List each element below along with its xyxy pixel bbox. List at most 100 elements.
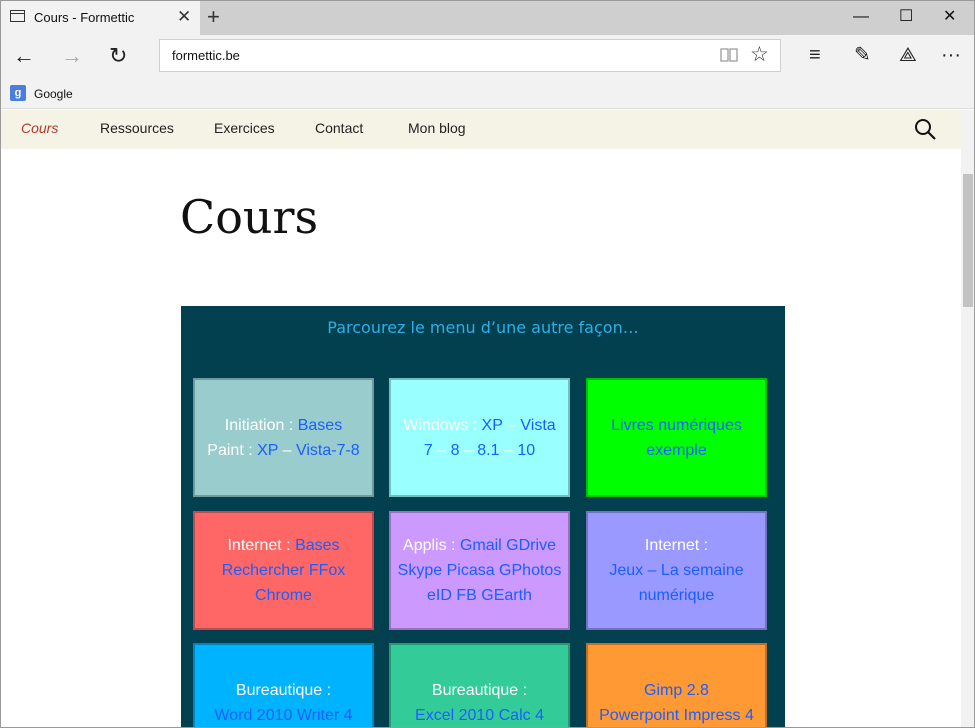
tile-text: – [499, 441, 518, 459]
course-tile: Bureautique : Word 2010 Writer 4 [193, 643, 374, 728]
course-link[interactable]: Bases [298, 417, 342, 434]
page-viewport: Cours Ressources Exercices Contact Mon b… [1, 110, 974, 728]
course-link[interactable]: 8.1 [477, 442, 499, 459]
hub-icon[interactable]: ≡ [809, 43, 821, 67]
web-note-icon[interactable]: ✎ [854, 43, 871, 67]
tile-line: Paint : XP – Vista-7-8 [207, 438, 359, 463]
panel-heading: Parcourez le menu d’une autre façon… [327, 318, 639, 337]
course-link[interactable]: Skype Picasa GPhotos [398, 562, 562, 579]
tile-text: Initiation : [224, 416, 298, 434]
tab-close-icon[interactable]: ✕ [177, 8, 191, 26]
tile-line: numérique [639, 583, 715, 608]
tab-cours-formettic[interactable]: Cours - Formettic ✕ [1, 1, 200, 35]
tile-line: Livres numériques [611, 413, 742, 438]
tile-text: Internet : [644, 537, 709, 554]
course-tile: Applis : Gmail GDrive Skype Picasa GPhoto… [389, 511, 570, 630]
close-window-button[interactable]: ✕ [943, 7, 956, 27]
tile-line: eID FB GEarth [427, 583, 532, 608]
reading-view-icon[interactable] [720, 47, 738, 63]
course-tile: Windows : XP – Vista 7 – 8 – 8.1 – 10 [389, 378, 570, 497]
site-navigation: Cours Ressources Exercices Contact Mon b… [1, 110, 961, 149]
tile-line: Rechercher FFox [222, 558, 346, 583]
tile-line: Chrome [255, 583, 312, 608]
page-icon [10, 10, 25, 22]
tile-line: Windows : XP – Vista [403, 413, 555, 438]
course-link[interactable]: Gmail GDrive [460, 537, 556, 554]
nav-item-mon-blog[interactable]: Mon blog [408, 120, 466, 136]
course-link[interactable]: Bases [295, 537, 339, 554]
course-link[interactable]: Chrome [255, 587, 312, 604]
course-link[interactable]: eID FB GEarth [427, 587, 532, 604]
course-link[interactable]: 7 [424, 442, 433, 459]
more-icon[interactable]: ··· [941, 43, 961, 67]
address-text: formettic.be [172, 48, 240, 63]
course-link[interactable]: XP [257, 442, 278, 459]
course-tile: Initiation : Bases Paint : XP – Vista-7-8 [193, 378, 374, 497]
nav-item-cours[interactable]: Cours [21, 120, 58, 136]
tile-line: Skype Picasa GPhotos [398, 558, 562, 583]
favorites-bar: g Google [1, 79, 974, 109]
tile-line: exemple [646, 438, 706, 463]
favorite-star-icon[interactable]: ☆ [750, 42, 769, 68]
minimize-button[interactable]: — [853, 7, 869, 27]
course-link[interactable]: exemple [646, 442, 706, 459]
tile-line: Internet : Bases [227, 533, 339, 558]
refresh-button[interactable]: ↻ [109, 43, 127, 69]
tile-text: Paint : [207, 441, 258, 459]
address-bar[interactable]: formettic.be ☆ [159, 39, 781, 72]
back-button[interactable]: ← [13, 43, 35, 69]
navigation-bar: ← → ↻ formettic.be ☆ ≡ ✎ ⟁ ··· [1, 35, 974, 79]
course-link[interactable]: Vista [520, 417, 555, 434]
course-link[interactable]: Jeux – La semaine [609, 562, 743, 579]
tile-text: – [459, 441, 478, 459]
course-link[interactable]: Excel 2010 Calc 4 [415, 707, 544, 724]
tile-line: Bureautique : [432, 678, 527, 703]
forward-button[interactable]: → [61, 43, 83, 69]
course-link[interactable]: Word 2010 Writer 4 [214, 707, 352, 724]
tile-line: Powerpoint Impress 4 [599, 703, 754, 728]
tile-line: Applis : Gmail GDrive [403, 533, 556, 558]
tile-line: Excel 2010 Calc 4 [415, 703, 544, 728]
nav-item-contact[interactable]: Contact [315, 120, 363, 136]
tile-text: – [502, 416, 521, 434]
nav-item-exercices[interactable]: Exercices [214, 120, 275, 136]
page-title: Cours [180, 190, 319, 244]
tile-text: – [278, 441, 296, 459]
tile-line: Bureautique : [236, 678, 331, 703]
course-tile: Bureautique : Excel 2010 Calc 4 [389, 643, 570, 728]
course-tile: Internet : Bases Rechercher FFox Chrome [193, 511, 374, 630]
favorite-google-link[interactable]: Google [34, 87, 73, 101]
course-link[interactable]: Gimp 2.8 [644, 682, 709, 699]
browser-window: Cours - Formettic ✕ + — ☐ ✕ ← → ↻ formet… [0, 0, 975, 728]
course-tile: Gimp 2.8 Powerpoint Impress 4 [586, 643, 767, 728]
tile-text: Bureautique : [235, 681, 332, 699]
course-link[interactable]: Rechercher FFox [222, 562, 346, 579]
tile-text: Applis : [403, 537, 460, 554]
tile-text: Windows : [403, 416, 482, 434]
share-icon[interactable]: ⟁ [899, 43, 917, 67]
course-link[interactable]: Vista-7-8 [296, 442, 360, 459]
tab-title: Cours - Formettic [34, 10, 135, 25]
tile-line: Word 2010 Writer 4 [214, 703, 352, 728]
tile-line: 7 – 8 – 8.1 – 10 [424, 438, 535, 463]
vertical-scrollbar[interactable] [961, 110, 974, 727]
tile-line: Jeux – La semaine [609, 558, 743, 583]
tile-line: Internet : [645, 533, 708, 558]
nav-item-ressources[interactable]: Ressources [100, 120, 174, 136]
course-tile: Livres numériques exemple [586, 378, 767, 497]
scrollbar-thumb[interactable] [963, 174, 973, 307]
course-menu-panel: Parcourez le menu d’une autre façon… Ini… [181, 306, 785, 728]
tile-text: Bureautique : [431, 681, 528, 699]
tile-line: Gimp 2.8 [644, 678, 709, 703]
tab-strip: Cours - Formettic ✕ + — ☐ ✕ [1, 1, 974, 35]
maximize-button[interactable]: ☐ [899, 7, 913, 27]
course-link[interactable]: XP [482, 417, 503, 434]
search-icon[interactable] [913, 117, 937, 141]
new-tab-button[interactable]: + [207, 5, 220, 29]
course-link[interactable]: 10 [517, 442, 535, 459]
google-favicon-icon: g [10, 85, 26, 101]
course-link[interactable]: Livres numériques [611, 417, 742, 434]
course-link[interactable]: numérique [639, 587, 715, 604]
course-link[interactable]: Powerpoint Impress 4 [599, 707, 754, 724]
tile-text: Internet : [227, 537, 296, 554]
